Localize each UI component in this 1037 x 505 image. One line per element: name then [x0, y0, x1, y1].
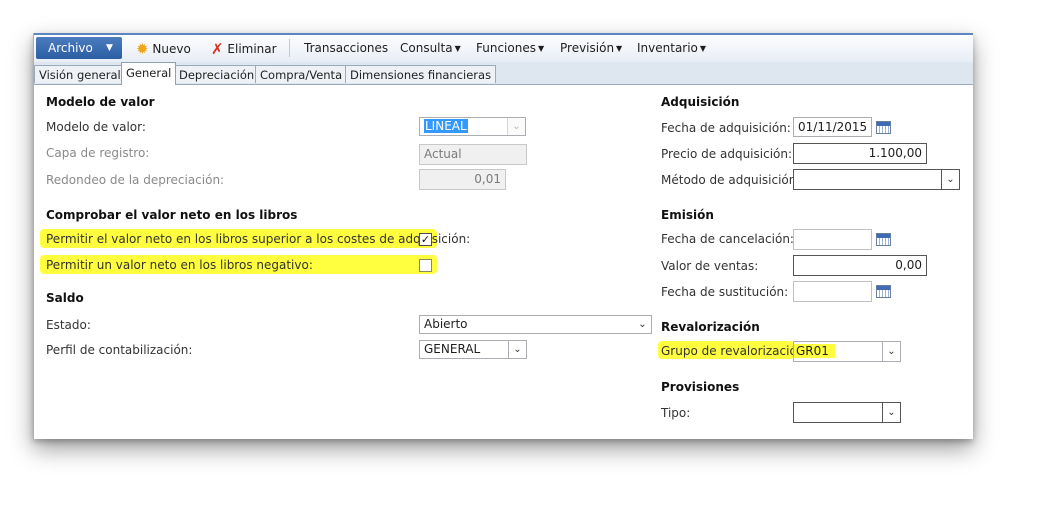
new-label: Nuevo — [152, 42, 191, 56]
perfil-value: GENERAL — [424, 342, 481, 356]
precio-adquisicion-label: Precio de adquisición: — [661, 147, 793, 161]
modelo-de-valor-label: Modelo de valor: — [46, 120, 146, 134]
dropdown-arrow-icon: ▼ — [616, 44, 623, 53]
tab-dimensiones-financieras[interactable]: Dimensiones financieras — [345, 65, 497, 83]
dropdown-arrow-icon: ▼ — [454, 44, 461, 53]
prevision-menu[interactable]: Previsión ▼ — [560, 39, 622, 57]
inventario-label: Inventario — [637, 41, 698, 55]
calendar-icon[interactable] — [876, 233, 891, 246]
valor-ventas-field[interactable]: 0,00 — [793, 255, 927, 276]
perfil-select[interactable]: GENERAL ⌄ — [419, 340, 527, 359]
permitir-negativo-checkbox[interactable] — [419, 259, 432, 272]
group-emision: Emisión — [661, 208, 714, 222]
chevron-down-icon: ⌄ — [941, 170, 959, 189]
calendar-icon[interactable] — [876, 285, 891, 298]
funciones-menu[interactable]: Funciones ▼ — [476, 39, 544, 57]
chevron-down-icon: ▼ — [106, 43, 113, 53]
dropdown-arrow-icon: ▼ — [537, 44, 545, 53]
action-pane: Archivo ▼ ✹ Nuevo ✗ Eliminar Transaccion… — [34, 33, 973, 63]
fecha-cancelacion-label: Fecha de cancelación: — [661, 232, 794, 246]
permitir-superior-label: Permitir el valor neto en los libros sup… — [46, 232, 471, 246]
tab-vision-general[interactable]: Visión general — [34, 65, 126, 83]
inventario-menu[interactable]: Inventario ▼ — [637, 39, 706, 57]
group-modelo-de-valor: Modelo de valor — [46, 95, 155, 109]
chevron-down-icon: ⌄ — [882, 403, 900, 422]
grupo-revalorizacion-value: GR01 — [794, 344, 835, 358]
valor-ventas-label: Valor de ventas: — [661, 259, 759, 273]
group-provisiones: Provisiones — [661, 380, 740, 394]
grupo-revalorizacion-label: Grupo de revalorización: — [661, 344, 809, 358]
sun-star-icon: ✹ — [136, 40, 149, 58]
delete-button[interactable]: ✗ Eliminar — [211, 39, 277, 58]
tab-compra-venta[interactable]: Compra/Venta — [255, 65, 348, 83]
app-window: Archivo ▼ ✹ Nuevo ✗ Eliminar Transaccion… — [33, 33, 973, 439]
modelo-de-valor-select[interactable]: LINEAL ⌄ — [419, 117, 526, 136]
chevron-down-icon: ⌄ — [882, 342, 900, 361]
funciones-label: Funciones — [476, 41, 536, 55]
prevision-label: Previsión — [560, 41, 615, 55]
permitir-superior-checkbox[interactable]: ✓ — [419, 233, 432, 246]
fecha-sustitucion-field[interactable] — [793, 281, 872, 302]
chevron-down-icon: ⌄ — [508, 341, 526, 358]
dropdown-arrow-icon: ▼ — [699, 44, 707, 53]
redondeo-field: 0,01 — [419, 169, 506, 190]
group-revalorizacion: Revalorización — [661, 320, 760, 334]
metodo-adquisicion-select[interactable]: ⌄ — [793, 169, 960, 190]
tab-depreciacion[interactable]: Depreciación — [174, 65, 260, 83]
consulta-menu[interactable]: Consulta ▼ — [400, 39, 461, 57]
archivo-menu-button[interactable]: Archivo ▼ — [36, 37, 122, 59]
tab-general[interactable]: General — [121, 62, 177, 85]
grupo-revalorizacion-select[interactable]: GR01 ⌄ — [793, 341, 901, 362]
fecha-adquisicion-label: Fecha de adquisición: — [661, 121, 791, 135]
delete-label: Eliminar — [227, 42, 277, 56]
modelo-de-valor-value: LINEAL — [424, 119, 468, 133]
new-button[interactable]: ✹ Nuevo — [136, 39, 191, 58]
tab-strip: Visión general General Depreciación Comp… — [34, 62, 973, 85]
transacciones-label: Transacciones — [304, 41, 389, 55]
capa-de-registro-label: Capa de registro: — [46, 146, 150, 160]
fecha-cancelacion-field[interactable] — [793, 229, 872, 250]
calendar-icon[interactable] — [876, 121, 891, 134]
permitir-negativo-label: Permitir un valor neto en los libros neg… — [46, 258, 313, 272]
chevron-down-icon: ⌄ — [634, 316, 651, 333]
estado-label: Estado: — [46, 318, 91, 332]
archivo-label: Archivo — [48, 41, 93, 55]
group-saldo: Saldo — [46, 291, 84, 305]
transacciones-button[interactable]: Transacciones — [304, 39, 388, 57]
consulta-label: Consulta — [400, 41, 453, 55]
group-adquisicion: Adquisición — [661, 95, 740, 109]
check-mark-icon: ✓ — [420, 233, 431, 246]
group-comprobar-valor-neto: Comprobar el valor neto en los libros — [46, 208, 298, 222]
chevron-down-icon: ⌄ — [507, 118, 525, 135]
tipo-label: Tipo: — [661, 406, 691, 420]
red-x-icon: ✗ — [211, 40, 224, 58]
metodo-adquisicion-label: Método de adquisición: — [661, 173, 801, 187]
estado-select[interactable]: Abierto ⌄ — [419, 315, 652, 334]
fecha-adquisicion-field[interactable]: 01/11/2015 — [793, 117, 872, 137]
capa-de-registro-field: Actual — [419, 144, 527, 165]
fecha-sustitucion-label: Fecha de sustitución: — [661, 285, 789, 299]
toolbar-separator — [289, 39, 290, 57]
precio-adquisicion-field[interactable]: 1.100,00 — [793, 143, 927, 164]
tipo-select[interactable]: ⌄ — [793, 402, 901, 423]
redondeo-label: Redondeo de la depreciación: — [46, 173, 225, 187]
perfil-label: Perfil de contabilización: — [46, 343, 193, 357]
estado-value: Abierto — [424, 317, 468, 331]
